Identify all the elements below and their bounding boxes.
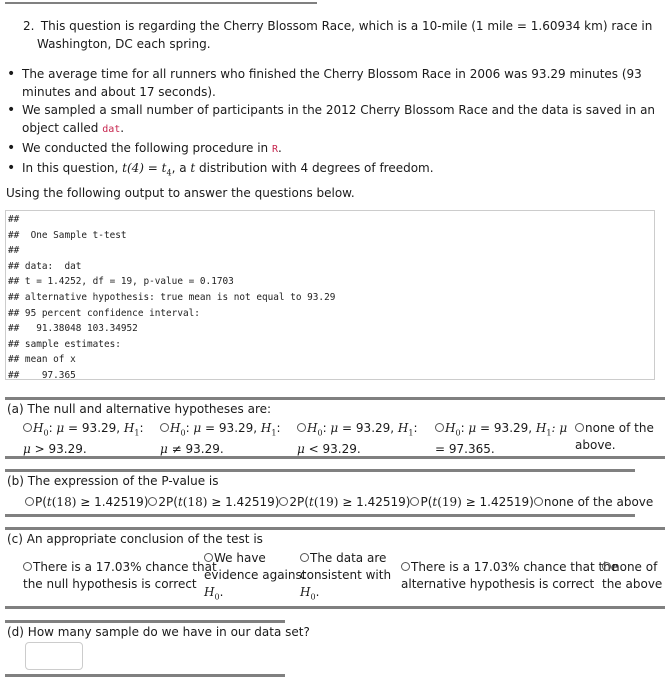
- part-b-option-2[interactable]: 2P(t(18) ≥ 1.42519): [148, 495, 279, 509]
- radio-button[interactable]: [297, 423, 306, 432]
- part-c-option-none[interactable]: none of the above: [602, 559, 662, 593]
- part-d-top-rule: [5, 620, 285, 623]
- part-b-option-4[interactable]: P(t(19) ≥ 1.42519): [410, 495, 534, 509]
- part-a-option-4[interactable]: H0: μ = 93.29, H1: μ = 97.365.: [435, 420, 567, 458]
- bullet-average-time: The average time for all runners who fin…: [7, 65, 662, 101]
- radio-button[interactable]: [25, 497, 34, 506]
- part-d-bottom-rule: [5, 674, 285, 677]
- radio-button[interactable]: [602, 562, 611, 571]
- radio-button[interactable]: [279, 497, 289, 506]
- intro-line-1: This question is regarding the Cherry Bl…: [40, 19, 653, 33]
- part-d-label: (d) How many sample do we have in our da…: [7, 625, 310, 639]
- code-dat: dat: [102, 124, 121, 135]
- part-a-option-1[interactable]: H0: μ = 93.29, H1: μ > 93.29.: [23, 420, 144, 458]
- part-a-bottom-rule: [5, 456, 665, 459]
- radio-button[interactable]: [410, 497, 420, 506]
- radio-button[interactable]: [23, 562, 32, 571]
- radio-button[interactable]: [300, 553, 309, 562]
- radio-button[interactable]: [435, 423, 444, 432]
- bullet-procedure: We conducted the following procedure in …: [7, 139, 662, 159]
- radio-button[interactable]: [401, 562, 410, 571]
- part-b-option-1[interactable]: P(t(18) ≥ 1.42519): [25, 495, 148, 509]
- radio-button[interactable]: [204, 553, 213, 562]
- part-c-option-3[interactable]: The data are consistent with H0.: [300, 550, 391, 605]
- top-divider: [5, 2, 317, 4]
- part-c-option-2[interactable]: We have evidence against H0.: [204, 550, 306, 605]
- intro-line-2: Washington, DC each spring.: [37, 37, 211, 51]
- part-c-top-rule: [5, 527, 665, 530]
- r-output-block: ## ## One Sample t-test ## ## data: dat …: [5, 210, 655, 381]
- bullet-sample: We sampled a small number of participant…: [7, 101, 662, 139]
- part-b-option-3[interactable]: 2P(t(19) ≥ 1.42519): [279, 495, 410, 509]
- part-a-option-none[interactable]: none of the above.: [575, 420, 654, 454]
- part-a-label: (a) The null and alternative hypotheses …: [7, 402, 272, 416]
- part-a-option-2[interactable]: H0: μ = 93.29, H1: μ ≠ 93.29.: [160, 420, 281, 458]
- part-c-option-4[interactable]: There is a 17.03% chance that the altern…: [401, 559, 618, 593]
- part-b-options: P(t(18) ≥ 1.42519) 2P(t(18) ≥ 1.42519) 2P(…: [25, 494, 653, 511]
- part-a-top-rule: [5, 397, 665, 400]
- part-c-option-1[interactable]: There is a 17.03% chance that the null h…: [23, 559, 217, 593]
- part-b-label: (b) The expression of the P-value is: [7, 474, 219, 488]
- radio-button[interactable]: [148, 497, 158, 506]
- question-intro: 2. This question is regarding the Cherry…: [23, 17, 653, 53]
- part-b-bottom-rule: [5, 514, 635, 517]
- instructions-text: Using the following output to answer the…: [6, 186, 355, 200]
- question-number: 2.: [23, 19, 35, 33]
- part-c-bottom-rule: [5, 606, 665, 609]
- part-a-option-3[interactable]: H0: μ = 93.29, H1: μ < 93.29.: [297, 420, 418, 458]
- context-bullets: The average time for all runners who fin…: [0, 65, 662, 182]
- radio-button[interactable]: [160, 423, 169, 432]
- part-b-top-rule: [5, 469, 635, 472]
- part-b-option-none[interactable]: none of the above: [533, 495, 653, 509]
- part-c-label: (c) An appropriate conclusion of the tes…: [7, 532, 263, 546]
- radio-button[interactable]: [533, 497, 543, 506]
- radio-button[interactable]: [23, 423, 32, 432]
- radio-button[interactable]: [575, 423, 584, 432]
- bullet-t-distribution: In this question, t(4) = t4, a t distrib…: [7, 159, 662, 182]
- sample-size-input[interactable]: [25, 642, 83, 670]
